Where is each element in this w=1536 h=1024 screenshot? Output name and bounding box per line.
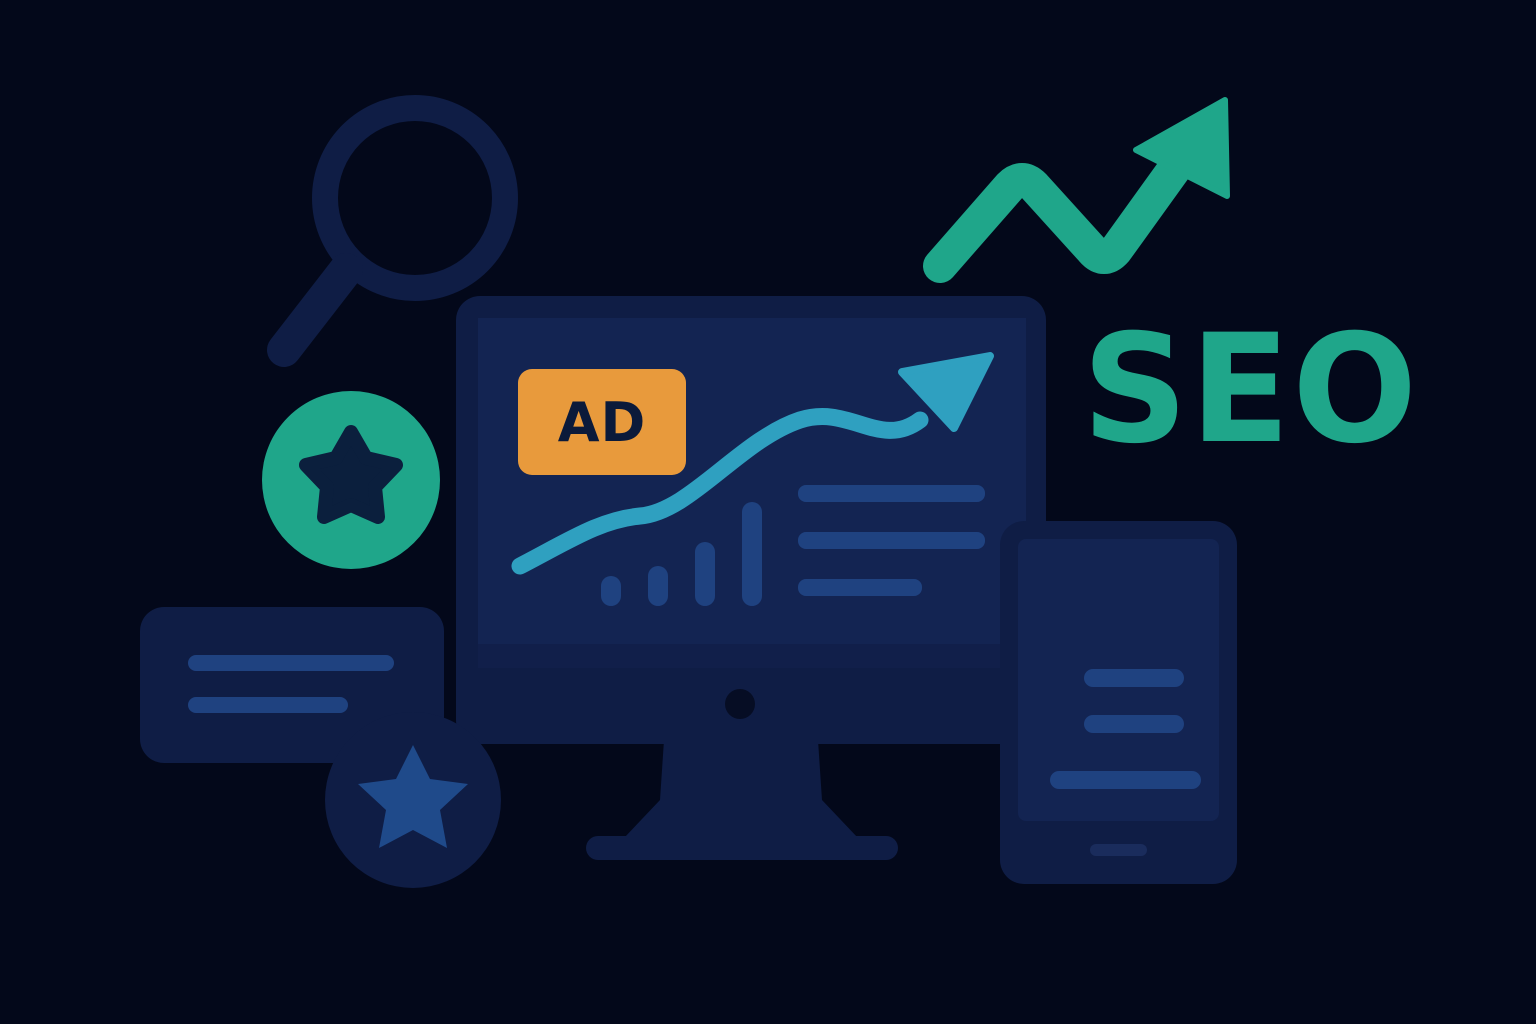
ad-badge: AD	[518, 369, 686, 475]
monitor-stand	[586, 740, 898, 860]
card-line-2	[188, 697, 348, 713]
illustration-canvas	[140, 95, 1237, 888]
phone-home-bar	[1090, 844, 1147, 856]
trend-arrow-icon	[923, 97, 1230, 283]
seo-illustration: AD SEO	[0, 0, 1536, 1024]
star-badge-green	[262, 391, 440, 569]
phone-icon	[1000, 521, 1237, 884]
ad-badge-label: AD	[557, 390, 647, 454]
seo-label: SEO	[1082, 303, 1420, 477]
star-badge-blue	[325, 712, 501, 888]
monitor-power-dot	[725, 689, 755, 719]
card-line-1	[188, 655, 394, 671]
